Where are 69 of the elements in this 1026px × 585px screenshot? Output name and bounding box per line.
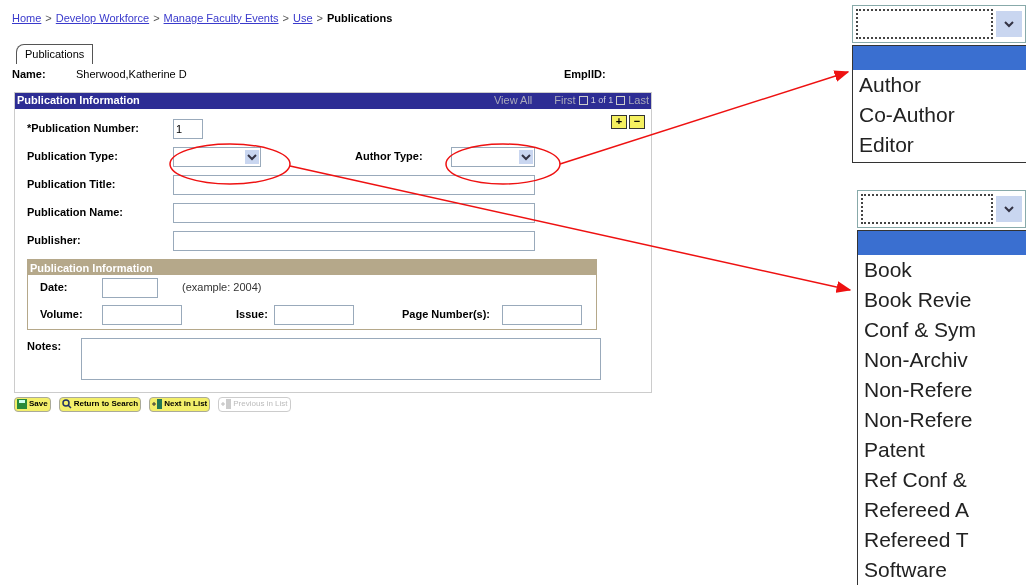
field-label: Author Type: bbox=[355, 149, 424, 165]
input-field[interactable] bbox=[274, 304, 354, 325]
name-value: Sherwood,Katherine D bbox=[76, 67, 188, 83]
last-link[interactable]: Last bbox=[628, 92, 649, 109]
field-label: *Publication Number: bbox=[27, 121, 140, 137]
field-label: Publication Type: bbox=[27, 149, 119, 165]
add-row-button[interactable]: + bbox=[611, 114, 627, 129]
dropdown-option[interactable]: Non-Archiv bbox=[858, 345, 974, 375]
breadcrumb-link[interactable]: Manage Faculty Events bbox=[163, 9, 279, 27]
dropdown-option[interactable]: Book bbox=[858, 255, 918, 285]
field-label: Issue: bbox=[236, 307, 269, 323]
input-field[interactable] bbox=[173, 174, 535, 195]
action-button[interactable]: Return to Search bbox=[58, 396, 142, 412]
previous-icon[interactable] bbox=[578, 96, 588, 105]
dropdown-option[interactable]: Conf & Sym bbox=[858, 315, 983, 345]
dropdown-option[interactable]: Editor bbox=[853, 130, 920, 160]
breadcrumb-separator: > bbox=[316, 10, 323, 26]
input-field[interactable] bbox=[173, 202, 535, 223]
dropdown[interactable] bbox=[857, 190, 1026, 228]
save-icon bbox=[17, 399, 27, 409]
input-field[interactable] bbox=[173, 230, 535, 251]
field-label: Page Number(s): bbox=[402, 307, 492, 323]
delete-row-button[interactable]: − bbox=[629, 114, 645, 129]
dropdown-option[interactable]: Author bbox=[853, 70, 927, 100]
input-field[interactable]: 1 bbox=[173, 118, 203, 139]
tab[interactable]: Publications bbox=[16, 44, 94, 64]
field-label: Publication Name: bbox=[27, 205, 124, 221]
action-button[interactable]: Next in List bbox=[149, 396, 211, 412]
dropdown-option[interactable]: Non-Refere bbox=[858, 375, 979, 405]
breadcrumb-separator: > bbox=[282, 10, 289, 26]
dropdown[interactable] bbox=[451, 146, 535, 167]
dropdown-option[interactable]: Co-Author bbox=[853, 100, 961, 130]
field-label: Publisher: bbox=[27, 233, 82, 249]
breadcrumb-separator: > bbox=[45, 10, 52, 26]
breadcrumb-separator: > bbox=[153, 10, 160, 26]
panel-title: Publication Information bbox=[17, 93, 141, 109]
input-field[interactable] bbox=[502, 304, 582, 325]
breadcrumb-link[interactable]: Home bbox=[12, 9, 42, 27]
field-label: Notes: bbox=[27, 338, 63, 354]
notes-field[interactable] bbox=[81, 337, 601, 380]
dropdown-option[interactable]: Software bbox=[858, 555, 953, 585]
field-label: Publication Title: bbox=[27, 177, 117, 193]
field-label: Date: bbox=[40, 280, 69, 296]
group-title: Publication Information bbox=[28, 259, 596, 275]
field-label: Volume: bbox=[40, 307, 84, 323]
dropdown-option[interactable]: Ref Conf & bbox=[858, 465, 973, 495]
dropdown-option[interactable]: Refereed T bbox=[858, 525, 975, 555]
hint-text: (example: 2004) bbox=[182, 280, 262, 296]
name-label: Name: bbox=[12, 67, 47, 83]
plus-list-icon bbox=[152, 399, 163, 409]
plus-list-icon bbox=[221, 399, 232, 409]
record-counter: 1 of 1 bbox=[590, 93, 614, 107]
input-field[interactable] bbox=[102, 277, 158, 298]
dropdown-option[interactable]: Non-Refere bbox=[858, 405, 979, 435]
first-link[interactable]: First bbox=[554, 92, 576, 109]
view-all-link[interactable]: View All bbox=[493, 92, 533, 109]
dropdown-option[interactable]: Book Revie bbox=[858, 285, 978, 315]
breadcrumb-link[interactable]: Develop Workforce bbox=[55, 9, 150, 27]
search-icon bbox=[61, 399, 72, 409]
dropdown[interactable] bbox=[173, 146, 261, 167]
next-icon[interactable] bbox=[616, 96, 626, 105]
dropdown-option[interactable]: Patent bbox=[858, 435, 931, 465]
input-field[interactable] bbox=[102, 304, 182, 325]
emplid-label: EmplID: bbox=[564, 67, 606, 83]
dropdown-option[interactable]: Refereed A bbox=[858, 495, 976, 525]
dropdown[interactable] bbox=[852, 5, 1026, 43]
breadcrumb-current: Publications bbox=[326, 10, 393, 26]
action-button[interactable]: Save bbox=[14, 396, 51, 412]
breadcrumb-link[interactable]: Use bbox=[292, 9, 313, 27]
